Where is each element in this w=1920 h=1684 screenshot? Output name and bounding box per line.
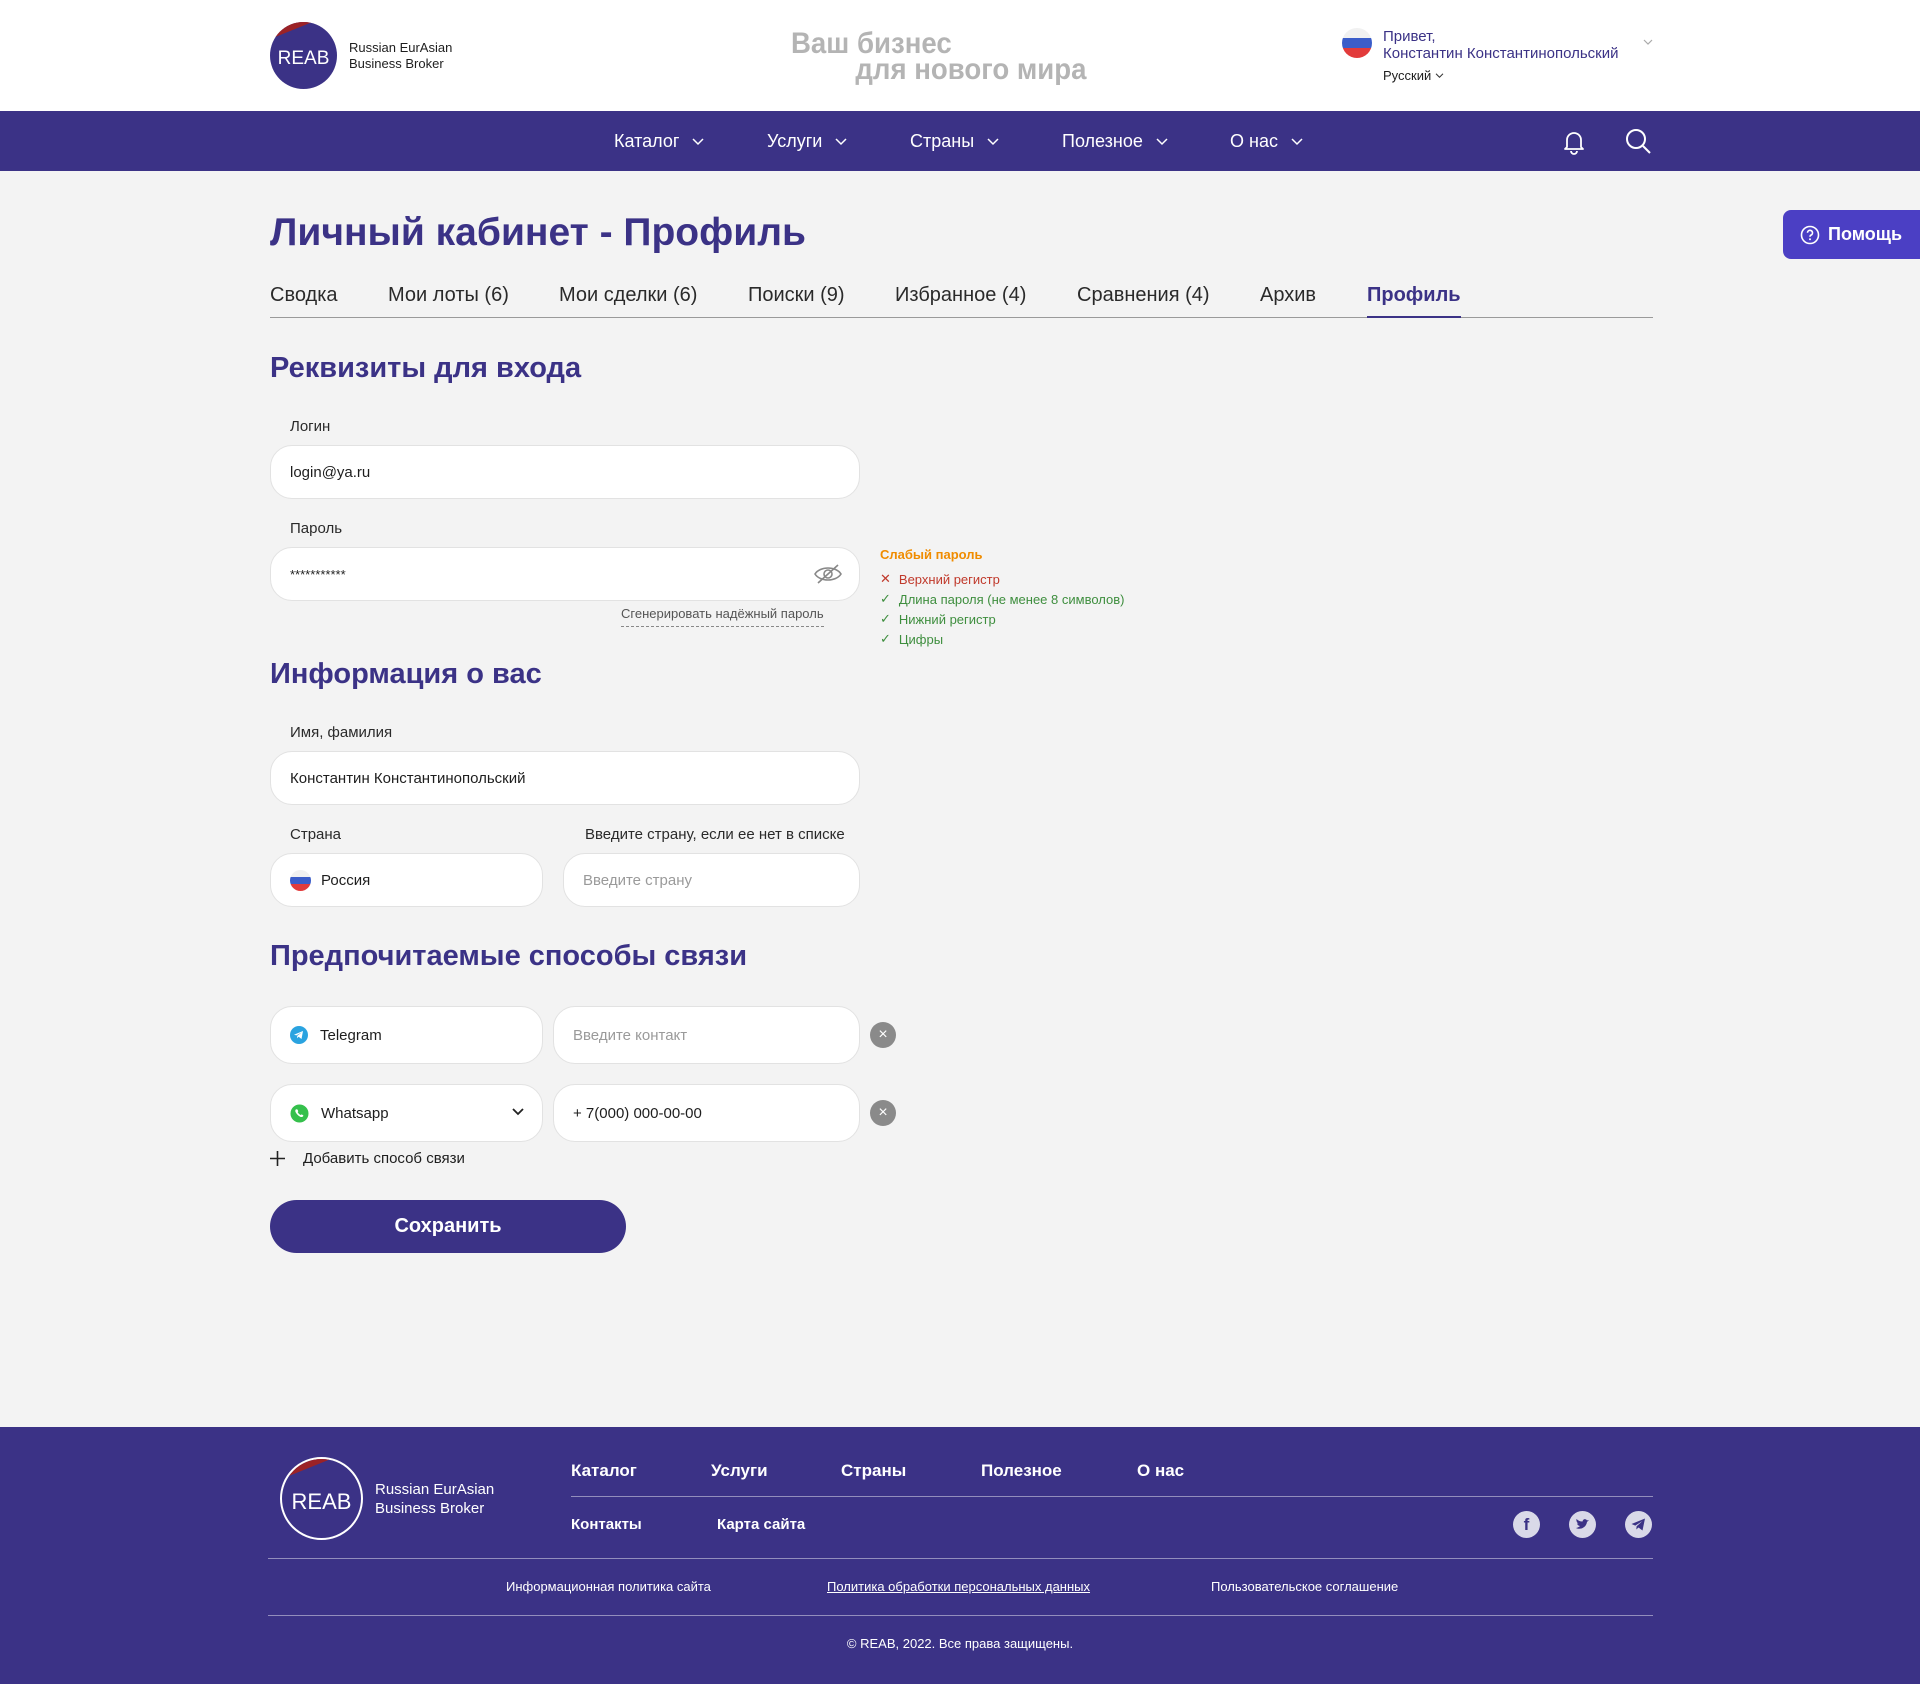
rule-digits: ✓ Цифры xyxy=(880,631,944,647)
footer-privacy-policy[interactable]: Политика обработки персональных данных xyxy=(827,1579,1090,1594)
nav-services[interactable]: Услуги xyxy=(767,111,848,171)
password-strength-title: Слабый пароль xyxy=(880,547,983,562)
footer-link-sitemap[interactable]: Карта сайта xyxy=(717,1516,805,1533)
footer-link-catalog[interactable]: Каталог xyxy=(571,1461,637,1481)
footer-link-countries[interactable]: Страны xyxy=(841,1461,906,1481)
login-section-title: Реквизиты для входа xyxy=(270,352,582,384)
nav-useful[interactable]: Полезное xyxy=(1062,111,1169,171)
reab-logo[interactable]: REAB xyxy=(280,1457,363,1540)
user-menu-chevron-icon[interactable] xyxy=(1643,38,1653,46)
contact-method-whatsapp[interactable]: Whatsapp xyxy=(270,1084,543,1142)
main-nav: Каталог Услуги Страны Полезное О нас xyxy=(0,111,1920,171)
active-tab-indicator xyxy=(1367,316,1461,318)
chevron-down-icon xyxy=(1435,73,1444,78)
footer-info-policy[interactable]: Информационная политика сайта xyxy=(506,1579,711,1594)
slogan: Ваш бизнес для нового мира xyxy=(791,27,1087,86)
nav-catalog[interactable]: Каталог xyxy=(614,111,705,171)
info-section-title: Информация о вас xyxy=(270,658,542,690)
footer-link-contacts[interactable]: Контакты xyxy=(571,1516,642,1533)
telegram-icon[interactable] xyxy=(1625,1511,1652,1538)
brand-name: Russian EurAsian Business Broker xyxy=(375,1481,495,1517)
search-icon[interactable] xyxy=(1624,127,1652,155)
other-country-input[interactable]: Введите страну xyxy=(563,853,860,907)
russia-flag-icon xyxy=(1342,28,1372,58)
cross-icon: ✕ xyxy=(880,571,891,586)
footer-user-agreement[interactable]: Пользовательское соглашение xyxy=(1211,1579,1398,1594)
brand-name: Russian EurAsian Business Broker xyxy=(349,40,453,71)
tab-comparisons[interactable]: Сравнения (4) xyxy=(1077,284,1210,307)
nav-countries[interactable]: Страны xyxy=(910,111,1000,171)
remove-contact-icon[interactable]: × xyxy=(870,1100,896,1126)
chevron-down-icon xyxy=(987,138,999,146)
add-contact-method-button[interactable]: Добавить способ связи xyxy=(270,1150,465,1167)
site-header: REAB Russian EurAsian Business Broker Ва… xyxy=(0,0,1920,111)
user-greeting[interactable]: Привет, Константин Константинопольский xyxy=(1383,28,1618,62)
generate-password-link[interactable]: Сгенерировать надёжный пароль xyxy=(621,606,824,627)
facebook-icon[interactable]: f xyxy=(1513,1511,1540,1538)
contact-section-title: Предпочитаемые способы связи xyxy=(270,940,748,972)
tab-searches[interactable]: Поиски (9) xyxy=(748,284,845,307)
country-select[interactable]: Россия xyxy=(270,853,543,907)
name-input[interactable]: Константин Константинопольский xyxy=(270,751,860,805)
check-icon: ✓ xyxy=(880,611,891,626)
rule-length: ✓ Длина пароля (не менее 8 символов) xyxy=(880,591,1125,607)
contact-method-telegram[interactable]: Telegram xyxy=(270,1006,543,1064)
copyright: © REAB, 2022. Все права защищены. xyxy=(846,1636,1074,1651)
contact-value-input[interactable]: Введите контакт xyxy=(553,1006,860,1064)
login-label: Логин xyxy=(290,418,331,435)
footer-divider xyxy=(571,1496,1653,1497)
tab-favorites[interactable]: Избранное (4) xyxy=(895,284,1026,307)
reab-logo[interactable]: REAB xyxy=(270,22,337,89)
check-icon: ✓ xyxy=(880,591,891,606)
save-button[interactable]: Сохранить xyxy=(270,1200,626,1253)
country-label: Страна xyxy=(290,826,342,843)
check-icon: ✓ xyxy=(880,631,891,646)
footer-link-useful[interactable]: Полезное xyxy=(981,1461,1062,1481)
rule-uppercase: ✕ Верхний регистр xyxy=(880,571,1000,587)
page-title: Личный кабинет - Профиль xyxy=(270,211,806,254)
rule-lowercase: ✓ Нижний регистр xyxy=(880,611,996,627)
tab-my-lots[interactable]: Мои лоты (6) xyxy=(388,284,509,307)
twitter-icon[interactable] xyxy=(1569,1511,1596,1538)
footer-divider xyxy=(268,1615,1653,1616)
russia-flag-icon xyxy=(290,869,311,891)
tab-profile[interactable]: Профиль xyxy=(1367,284,1461,307)
password-label: Пароль xyxy=(290,520,343,537)
chevron-down-icon xyxy=(512,1108,524,1116)
nav-about[interactable]: О нас xyxy=(1230,111,1304,171)
remove-contact-icon[interactable]: × xyxy=(870,1022,896,1048)
whatsapp-icon xyxy=(290,1104,309,1122)
footer-divider xyxy=(268,1558,1653,1559)
name-label: Имя, фамилия xyxy=(290,724,393,741)
footer-link-about[interactable]: О нас xyxy=(1137,1461,1184,1481)
site-footer: REAB Russian EurAsian Business Broker Ка… xyxy=(0,1427,1920,1684)
contact-value-input[interactable]: + 7(000) 000-00-00 xyxy=(553,1084,860,1142)
question-circle-icon xyxy=(1800,225,1820,244)
footer-link-services[interactable]: Услуги xyxy=(711,1461,768,1481)
chevron-down-icon xyxy=(835,138,847,146)
password-input[interactable]: *********** xyxy=(270,547,860,601)
tab-summary[interactable]: Сводка xyxy=(270,284,338,307)
chevron-down-icon xyxy=(1156,138,1168,146)
eye-off-icon[interactable] xyxy=(813,562,843,586)
tab-my-deals[interactable]: Мои сделки (6) xyxy=(559,284,697,307)
chevron-down-icon xyxy=(692,138,704,146)
login-input[interactable]: login@ya.ru xyxy=(270,445,860,499)
telegram-icon xyxy=(290,1026,308,1044)
bell-icon[interactable] xyxy=(1561,128,1587,155)
chevron-down-icon xyxy=(1291,138,1303,146)
plus-icon xyxy=(270,1151,285,1166)
help-button[interactable]: Помощь xyxy=(1783,210,1920,259)
language-select[interactable]: Русский xyxy=(1383,68,1444,83)
tab-archive[interactable]: Архив xyxy=(1260,284,1316,307)
other-country-label: Введите страну, если ее нет в списке xyxy=(585,826,845,843)
